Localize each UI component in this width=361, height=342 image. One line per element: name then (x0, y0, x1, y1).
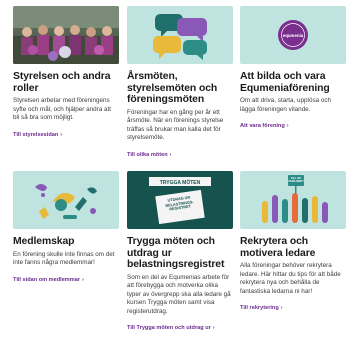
chevron-right-icon: › (212, 325, 215, 331)
card-description: Alla föreningar behöver rekrytera ledare… (240, 262, 341, 295)
speech-bubbles-illustration (127, 6, 233, 64)
link-trygga-moten[interactable]: Till Trygga möten och utdrag ur › (127, 325, 215, 331)
equmenia-logo-image: equmenia (240, 6, 346, 64)
chevron-right-icon: › (286, 123, 289, 129)
board-photo (13, 6, 119, 64)
card-trygga-moten[interactable]: TRYGGA MÖTEN UTDRAG UR BELASTNINGS- REGI… (127, 171, 233, 334)
trygga-moten-illustration: TRYGGA MÖTEN UTDRAG UR BELASTNINGS- REGI… (127, 171, 233, 229)
card-medlemskap[interactable]: Medlemskap En förening skulle inte finna… (13, 171, 119, 286)
link-medlemmar[interactable]: Till sidan om medlemmar › (13, 277, 84, 283)
card-description: En förening skulle inte finnas om det in… (13, 250, 115, 267)
card-title: Rekrytera och motivera ledare (240, 236, 316, 259)
link-vara-forening[interactable]: Att vara förening › (240, 123, 289, 129)
link-olika-moten[interactable]: Till olika möten › (127, 152, 172, 158)
card-title: Årsmöten, styrelsemöten och föreningsmöt… (127, 71, 218, 105)
card-description: Om att driva, starta, upplösa och lägga … (240, 97, 331, 113)
chevron-right-icon: › (280, 305, 283, 311)
equmenia-logo-text: equmenia (283, 33, 304, 38)
card-title: Medlemskap (13, 236, 75, 247)
card-styrelsen[interactable]: Styrelsen och andra roller Styrelsen arb… (13, 6, 119, 141)
trygga-moten-banner-text: TRYGGA MÖTEN (160, 179, 201, 186)
card-description: Som en del av Equmenias arbete för att f… (127, 273, 231, 315)
card-rekrytera[interactable]: VILL DU VARA MED? Rekrytera och motivera… (240, 171, 346, 314)
card-description: Styrelsen arbetar med föreningens syfte … (13, 97, 112, 121)
link-rekrytering[interactable]: Till rekrytering › (240, 305, 283, 311)
raised-hands-illustration: VILL DU VARA MED? (240, 171, 346, 229)
card-description: Föreningar har en gång per år ett årsmöt… (127, 108, 224, 142)
chevron-right-icon: › (82, 276, 84, 283)
members-illustration (13, 171, 119, 229)
card-title: Att bilda och vara Equmeniaförening (240, 71, 330, 94)
chevron-right-icon: › (60, 131, 63, 138)
chevron-right-icon: › (169, 151, 172, 158)
card-title: Styrelsen och andra roller (13, 71, 111, 94)
card-bilda-forening[interactable]: equmenia Att bilda och vara Equmeniaföre… (240, 6, 346, 132)
card-title: Trygga möten och utdrag ur belastningsre… (127, 236, 225, 270)
card-arsmoten[interactable]: Årsmöten, styrelsemöten och föreningsmöt… (127, 6, 233, 161)
link-styrelsesidan[interactable]: Till styrelsesidan › (13, 132, 62, 138)
sign-text: VILL DU VARA MED? (288, 177, 304, 184)
